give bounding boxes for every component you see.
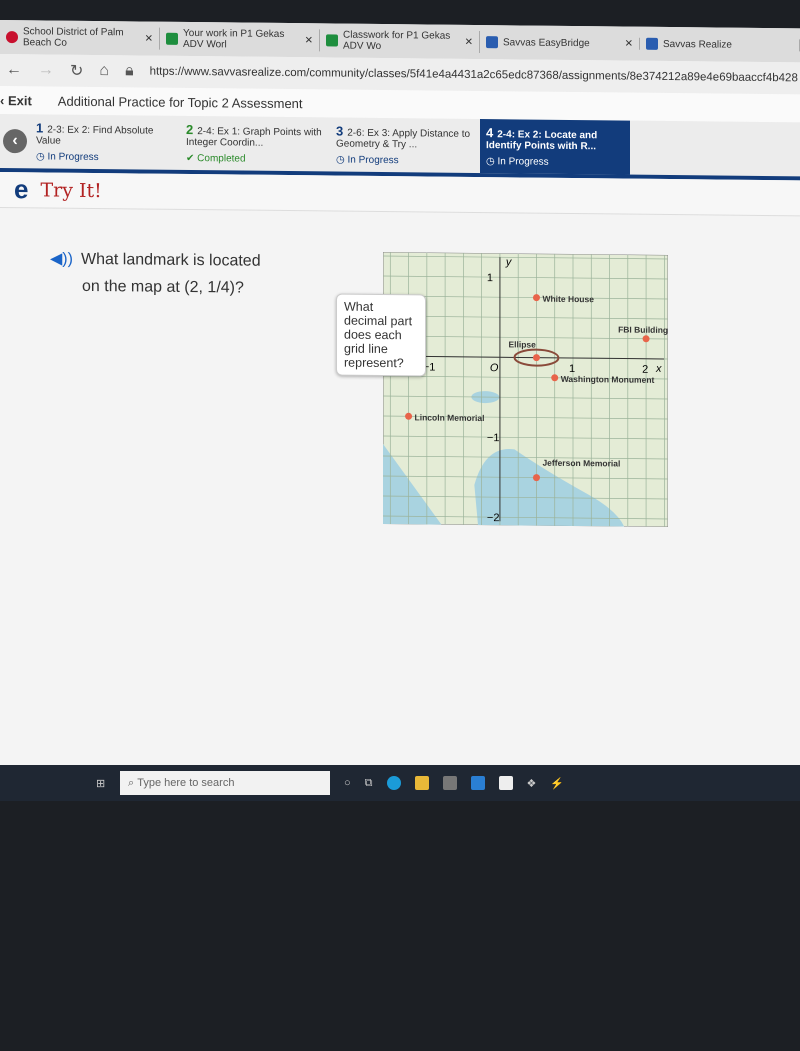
browser-tab[interactable]: School District of Palm Beach Co ✕ [0, 26, 160, 50]
status-label: In Progress [347, 154, 399, 167]
step-number: 2 [186, 121, 194, 138]
exit-button[interactable]: ‹ Exit [0, 93, 32, 108]
status-label: In Progress [497, 156, 549, 168]
tab-title: Classwork for P1 Gekas ADV Wo [343, 29, 451, 52]
question-text: What landmark is located [80, 250, 261, 270]
tab-title: School District of Palm Beach Co [23, 26, 124, 49]
back-icon[interactable]: ← [6, 61, 22, 79]
status-label: In Progress [47, 151, 99, 164]
screen: School District of Palm Beach Co ✕ Your w… [0, 20, 800, 799]
landmark-label: Lincoln Memorial [415, 412, 485, 423]
step-status: ◷ In Progress [336, 154, 399, 167]
landmark-label: Ellipse [508, 339, 536, 349]
landmark-label: White House [542, 294, 594, 305]
realize-logo: e [14, 174, 29, 205]
step-3[interactable]: 3 2-6: Ex 3: Apply Distance to Geometry &… [330, 117, 480, 173]
lock-icon: 🔒︎ [125, 62, 134, 80]
cortana-icon[interactable]: ○ [344, 777, 351, 789]
y-tick-label: −1 [487, 432, 500, 444]
step-title: 2-3: Ex 2: Find Absolute Value [36, 124, 154, 147]
step-title: 2-4: Ex 2: Locate and Identify Points wi… [486, 129, 598, 153]
try-it-header: e Try It! [0, 172, 800, 217]
close-tab-icon[interactable]: ✕ [145, 33, 153, 44]
browser-tab[interactable]: Your work in P1 Gekas ADV Worl ✕ [160, 27, 320, 52]
step-2[interactable]: 2 2-4: Ex 1: Graph Points with Integer Co… [180, 116, 330, 172]
close-tab-icon[interactable]: ✕ [465, 36, 473, 47]
coordinate-map: xyO−1 1 21−1−2White HouseEllipseFBI Buildi… [383, 252, 668, 527]
taskbar-search-input[interactable]: ⌕ Type here to search [120, 771, 330, 795]
task-view-icon[interactable]: ⧉ [365, 777, 373, 790]
browser-tab[interactable]: Classwork for P1 Gekas ADV Wo ✕ [320, 29, 480, 54]
tab-favicon-icon [6, 31, 18, 44]
app-icon[interactable]: ⚡ [550, 777, 564, 790]
close-tab-icon[interactable]: ✕ [625, 38, 633, 49]
assignment-title: Additional Practice for Topic 2 Assessme… [57, 93, 303, 111]
tab-title: Savvas Realize [663, 38, 732, 51]
browser-tab[interactable]: Savvas Realize [640, 37, 800, 52]
edge-icon[interactable] [386, 776, 401, 790]
landmark-label: Washington Monument [561, 374, 655, 385]
mail-icon[interactable] [470, 776, 485, 790]
question-coordinate: (2, 1/4)? [184, 278, 244, 297]
origin-label: O [490, 362, 499, 374]
hint-bubble: What decimal part does each grid line re… [336, 293, 426, 377]
close-tab-icon[interactable]: ✕ [305, 35, 313, 46]
browser-tab[interactable]: Savvas EasyBridge ✕ [480, 36, 640, 50]
amazon-icon[interactable] [498, 776, 513, 790]
status-label: Completed [197, 153, 246, 165]
file-explorer-icon[interactable] [414, 776, 429, 790]
step-title: 2-4: Ex 1: Graph Points with Integer Coo… [186, 126, 322, 149]
try-it-title: Try It! [40, 178, 102, 202]
url-field[interactable]: https://www.savvasrealize.com/community/… [150, 66, 800, 85]
tab-favicon-icon [646, 37, 658, 50]
dropbox-icon[interactable]: ❖ [527, 777, 537, 790]
step-number: 1 [36, 120, 44, 136]
landmark-label: FBI Building [618, 324, 668, 335]
speaker-icon[interactable]: ◀)) [50, 251, 73, 268]
tab-favicon-icon [166, 32, 178, 45]
forward-icon[interactable]: → [38, 61, 54, 79]
step-navigator: ‹ 1 2-3: Ex 2: Find Absolute Value ◷ In Pr… [0, 114, 800, 181]
exit-label: Exit [7, 92, 32, 108]
step-1[interactable]: 1 2-3: Ex 2: Find Absolute Value ◷ In Prog… [30, 114, 180, 170]
question-text: on the map at [82, 277, 180, 296]
step-status: ◷ In Progress [36, 151, 99, 164]
chevron-left-icon: ‹ [3, 129, 27, 154]
tab-favicon-icon [326, 34, 338, 47]
store-icon[interactable] [442, 776, 457, 790]
tab-favicon-icon [486, 36, 498, 49]
step-title: 2-6: Ex 3: Apply Distance to Geometry & … [336, 127, 471, 151]
search-placeholder: Type here to search [137, 777, 235, 789]
step-4[interactable]: 4 2-4: Ex 2: Locate and Identify Points w… [480, 119, 630, 175]
previous-step-button[interactable]: ‹ [0, 114, 30, 168]
taskbar: ⊞ ⌕ Type here to search ○ ⧉ ❖ ⚡ [0, 765, 800, 801]
tab-title: Your work in P1 Gekas ADV Worl [183, 27, 285, 51]
refresh-icon[interactable]: ↻ [70, 61, 83, 81]
step-number: 3 [336, 123, 344, 139]
x-axis-label: x [655, 363, 662, 375]
step-number: 4 [486, 125, 494, 141]
step-status: ◷ In Progress [486, 156, 549, 168]
question: ◀)) What landmark is located on the map a… [50, 246, 261, 302]
tab-title: Savvas EasyBridge [503, 36, 590, 49]
landmark-label: Jefferson Memorial [542, 458, 620, 469]
y-tick-label: 1 [487, 272, 493, 284]
windows-start-icon[interactable]: ⊞ [96, 777, 105, 790]
y-tick-label: −2 [487, 512, 500, 524]
step-status: ✔ Completed [186, 152, 246, 165]
home-icon[interactable]: ⌂ [99, 62, 109, 80]
